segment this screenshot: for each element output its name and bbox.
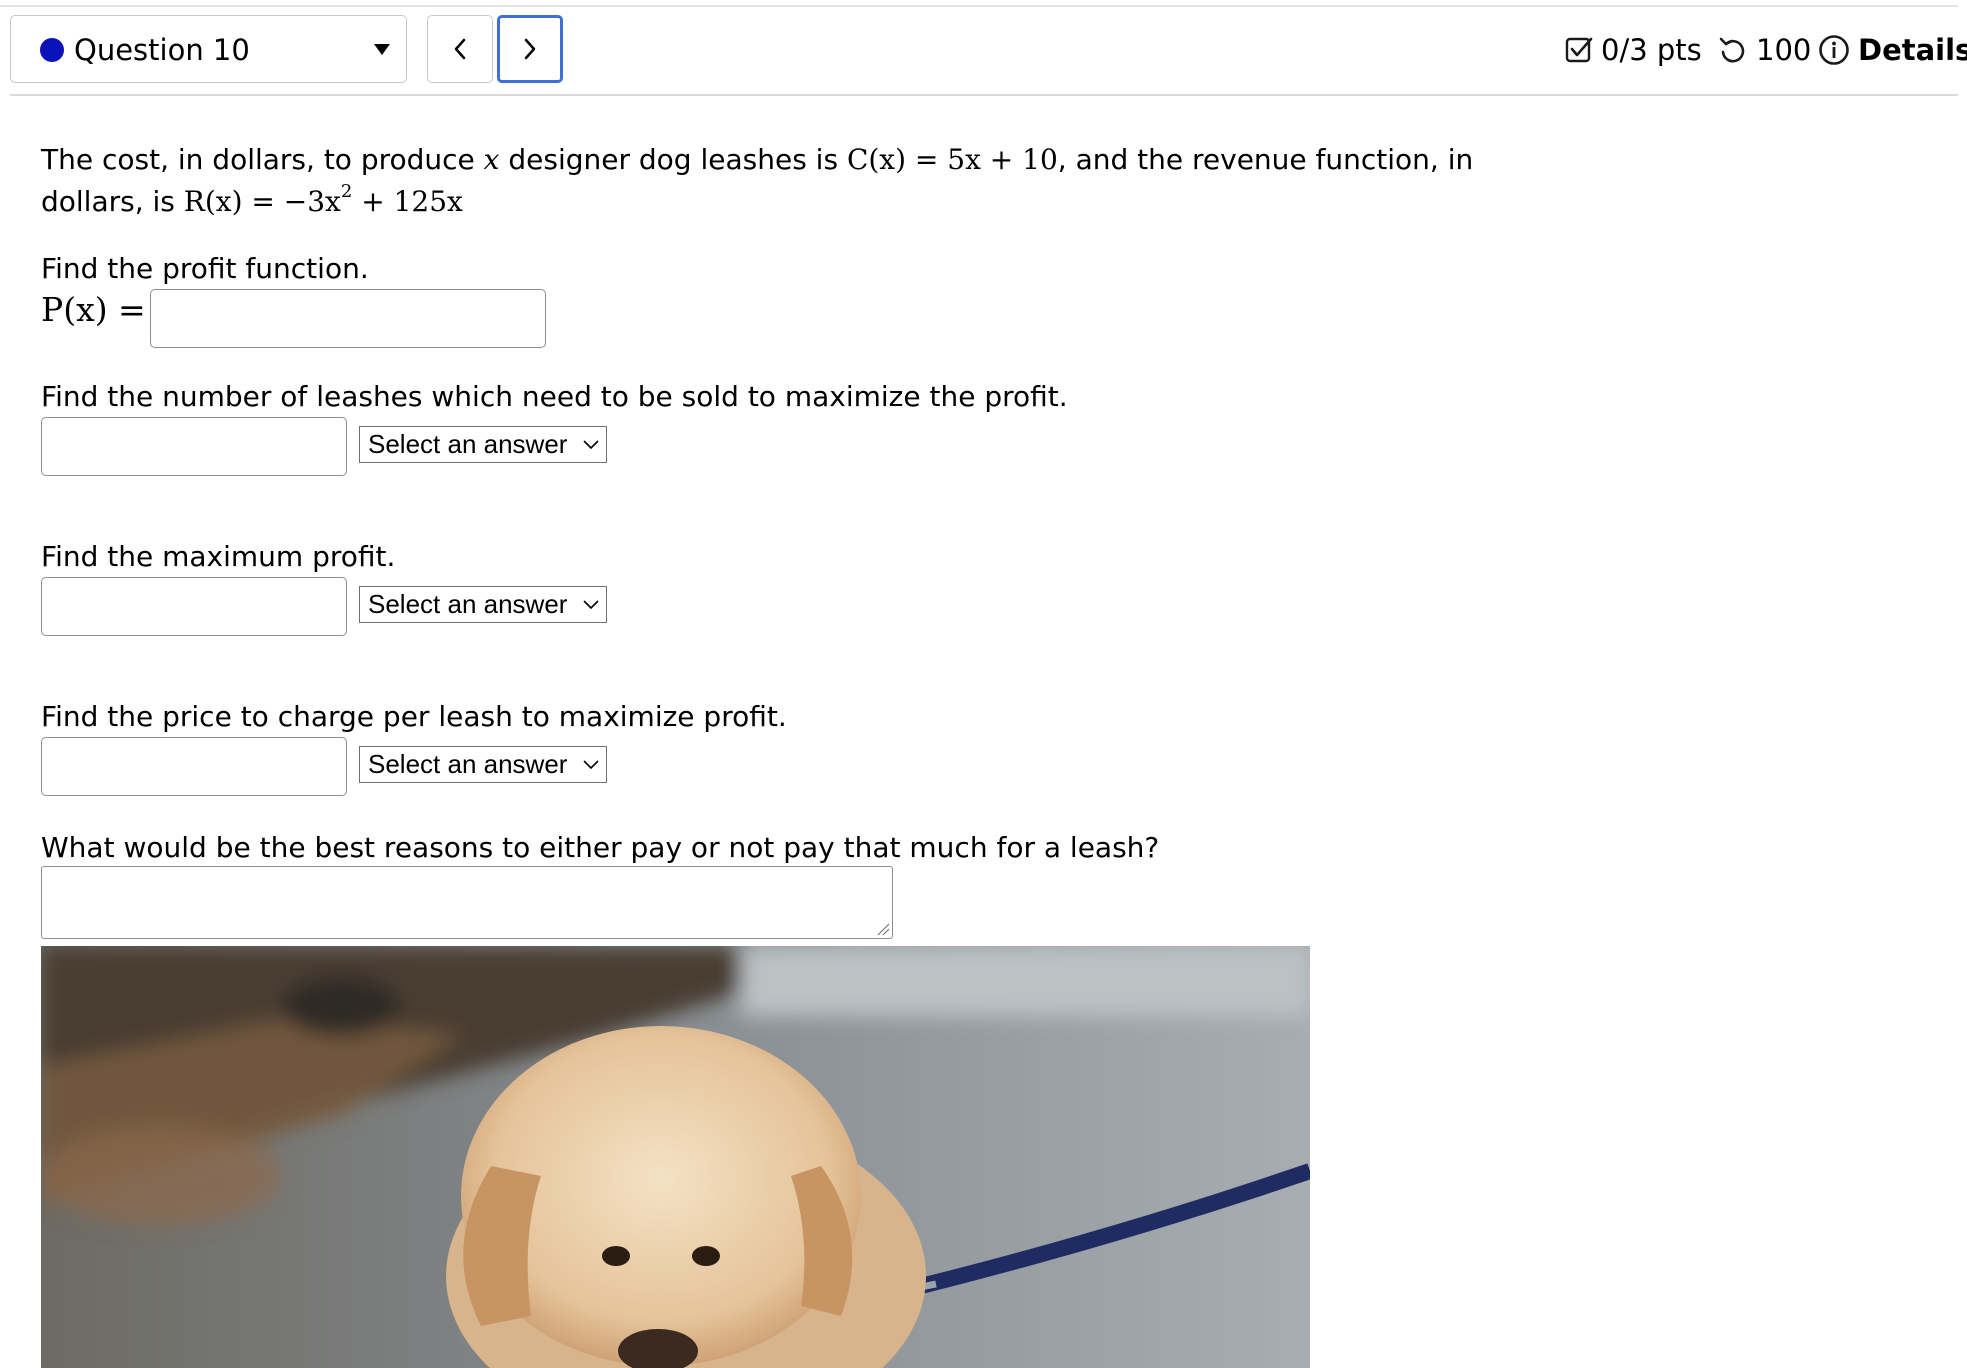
header-divider: [10, 94, 1958, 96]
next-question-button[interactable]: [497, 15, 563, 83]
select-value: Select an answer: [368, 429, 568, 459]
top-divider: [0, 5, 1958, 7]
leashes-unit-select[interactable]: Select an answer: [359, 426, 607, 463]
reasons-textarea[interactable]: [41, 866, 893, 939]
q1-prompt: Find the profit function.: [41, 252, 369, 285]
checkbox-icon: [1565, 37, 1593, 63]
cost-function: C(x) = 5x + 10: [846, 143, 1058, 176]
profit-function-label: P(x) =: [41, 290, 146, 329]
chevron-down-icon: [583, 440, 599, 450]
revenue-function: R(x) = −3x2 + 125x: [183, 181, 463, 219]
problem-statement: The cost, in dollars, to produce x desig…: [41, 139, 1473, 223]
details-button[interactable]: Details: [1818, 30, 1967, 70]
select-value: Select an answer: [368, 749, 568, 779]
retry-icon: [1719, 37, 1745, 63]
problem-text: designer dog leashes is: [499, 143, 847, 176]
max-profit-input[interactable]: [41, 577, 347, 636]
chevron-left-icon: [454, 38, 466, 60]
problem-text: dollars, is: [41, 185, 184, 218]
math-var-x: x: [483, 143, 500, 176]
chevron-right-icon: [524, 38, 536, 60]
puppy-photo: [41, 946, 1310, 1368]
q3-prompt: Find the maximum profit.: [41, 540, 396, 573]
problem-text: The cost, in dollars, to produce: [41, 143, 484, 176]
previous-question-button[interactable]: [427, 15, 493, 83]
info-icon: [1819, 35, 1849, 65]
q5-prompt: What would be the best reasons to either…: [41, 831, 1160, 864]
question-status-dot: [40, 38, 64, 62]
chevron-down-icon: [583, 760, 599, 770]
attempts-status: 100: [1718, 30, 1811, 70]
problem-text: , and the revenue function, in: [1057, 143, 1474, 176]
max-profit-unit-select[interactable]: Select an answer: [359, 586, 607, 623]
chevron-down-icon: [583, 600, 599, 610]
question-selector[interactable]: Question 10: [10, 15, 407, 83]
question-label: Question 10: [74, 33, 250, 67]
caret-down-icon: [374, 44, 390, 55]
details-label: Details: [1858, 33, 1967, 67]
q2-prompt: Find the number of leashes which need to…: [41, 380, 1068, 413]
points-status: 0/3 pts: [1565, 30, 1702, 70]
select-value: Select an answer: [368, 589, 568, 619]
attempts-text: 100: [1756, 33, 1812, 67]
puppy-on-leash-image: [41, 946, 1310, 1368]
q4-prompt: Find the price to charge per leash to ma…: [41, 700, 787, 733]
resize-handle-icon[interactable]: [876, 922, 890, 936]
points-text: 0/3 pts: [1601, 33, 1702, 67]
profit-function-input[interactable]: [150, 289, 546, 348]
leashes-count-input[interactable]: [41, 417, 347, 476]
price-unit-select[interactable]: Select an answer: [359, 746, 607, 783]
price-input[interactable]: [41, 737, 347, 796]
